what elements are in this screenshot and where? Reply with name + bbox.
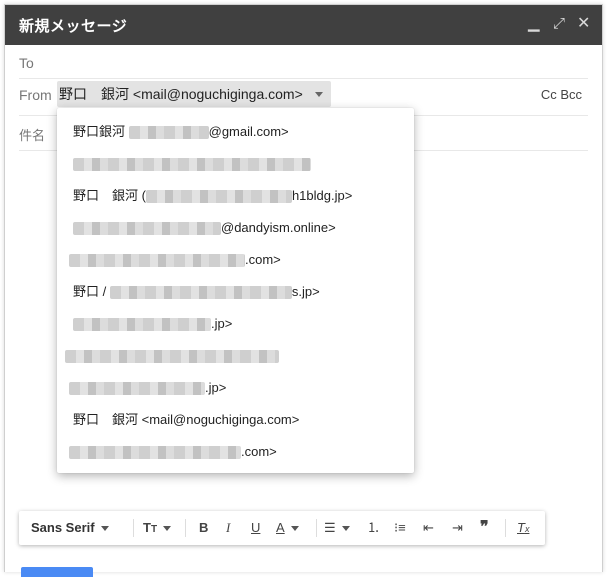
to-label: To (19, 55, 34, 71)
from-dropdown: 野口銀河 @gmail.com> 野口 銀河 ( h1bldg.jp> @dand… (57, 108, 414, 473)
numbered-list-icon[interactable]: ⒈ (367, 519, 380, 537)
compose-titlebar[interactable]: 新規メッセージ ▁ ⤢ ✕ (5, 5, 602, 45)
chevron-down-icon (290, 526, 299, 532)
separator (133, 519, 134, 537)
redacted-text (65, 350, 279, 364)
option-text: .jp> (211, 316, 233, 331)
cc-bcc-link[interactable]: Cc Bcc (541, 87, 582, 102)
redacted-text (69, 254, 245, 268)
from-select[interactable]: 野口 銀河 <mail@noguchiginga.com> (57, 81, 331, 107)
chevron-down-icon (100, 526, 109, 532)
bulleted-list-icon[interactable]: ⁝≡ (394, 519, 406, 537)
option-text: 野口 銀河 ( (73, 188, 146, 203)
from-option[interactable]: 野口 / s.jp> (73, 282, 320, 302)
option-text: 野口銀河 (73, 124, 129, 139)
quote-icon[interactable]: ❞ (480, 519, 489, 537)
from-option[interactable]: 野口銀河 @gmail.com> (73, 122, 289, 142)
minimize-icon[interactable]: ▁ (528, 16, 540, 32)
indent-more-icon[interactable]: ⇥ (452, 519, 463, 537)
from-option-selected[interactable]: 野口 銀河 <mail@noguchiginga.com> (73, 410, 299, 430)
font-family-label: Sans Serif (31, 520, 95, 535)
align-icon[interactable]: ☰ (324, 519, 350, 537)
from-label: From (19, 87, 52, 103)
from-option[interactable] (65, 346, 279, 366)
redacted-text (73, 158, 311, 172)
underline-icon[interactable]: U (251, 519, 260, 537)
redacted-text (109, 286, 292, 300)
redacted-text (69, 446, 241, 460)
from-option[interactable]: .jp> (73, 314, 232, 334)
divider (19, 78, 588, 79)
close-icon[interactable]: ✕ (577, 16, 590, 32)
option-text: 野口 / (73, 284, 110, 299)
font-size-icon[interactable]: TT (143, 519, 172, 539)
from-option[interactable]: .jp> (69, 378, 226, 398)
option-text: h1bldg.jp> (291, 188, 353, 203)
separator (185, 519, 186, 537)
send-button[interactable] (21, 567, 93, 577)
from-option[interactable] (73, 154, 311, 174)
text-color-icon[interactable]: A (276, 519, 299, 537)
option-text: s.jp> (291, 284, 320, 299)
redacted-text (73, 318, 211, 332)
redacted-text (73, 222, 221, 236)
option-text: 野口 銀河 <mail@noguchiginga.com> (73, 412, 300, 427)
expand-icon[interactable]: ⤢ (553, 16, 565, 32)
option-text: .com> (241, 444, 277, 459)
font-family-select[interactable]: Sans Serif (31, 519, 109, 537)
redacted-text (69, 382, 205, 396)
chevron-down-icon (314, 92, 323, 97)
redacted-text (128, 126, 209, 140)
from-value: 野口 銀河 <mail@noguchiginga.com> (59, 86, 303, 102)
subject-label: 件名 (19, 128, 46, 143)
from-option[interactable]: .com> (69, 442, 277, 462)
redacted-text (145, 190, 292, 204)
from-option[interactable]: @dandyism.online> (73, 218, 336, 238)
bold-icon[interactable]: B (199, 519, 208, 537)
from-option[interactable]: .com> (69, 250, 281, 270)
formatting-toolbar: Sans Serif TT B I U A ☰ ⒈ ⁝≡ ⇤ ⇥ ❞ Tx (19, 511, 545, 545)
option-text: .jp> (205, 380, 227, 395)
option-text: .com> (245, 252, 281, 267)
from-option[interactable]: 野口 銀河 ( h1bldg.jp> (73, 186, 352, 206)
option-text: @dandyism.online> (221, 220, 336, 235)
compose-window: 新規メッセージ ▁ ⤢ ✕ To From 野口 銀河 <mail@noguch… (4, 4, 603, 577)
separator (316, 519, 317, 537)
italic-icon[interactable]: I (226, 519, 230, 537)
separator (505, 519, 506, 537)
clear-formatting-icon[interactable]: Tx (517, 519, 529, 538)
indent-less-icon[interactable]: ⇤ (423, 519, 434, 537)
option-text: @gmail.com> (208, 124, 289, 139)
compose-title: 新規メッセージ (19, 18, 128, 35)
chevron-down-icon (341, 526, 350, 532)
chevron-down-icon (163, 526, 172, 532)
